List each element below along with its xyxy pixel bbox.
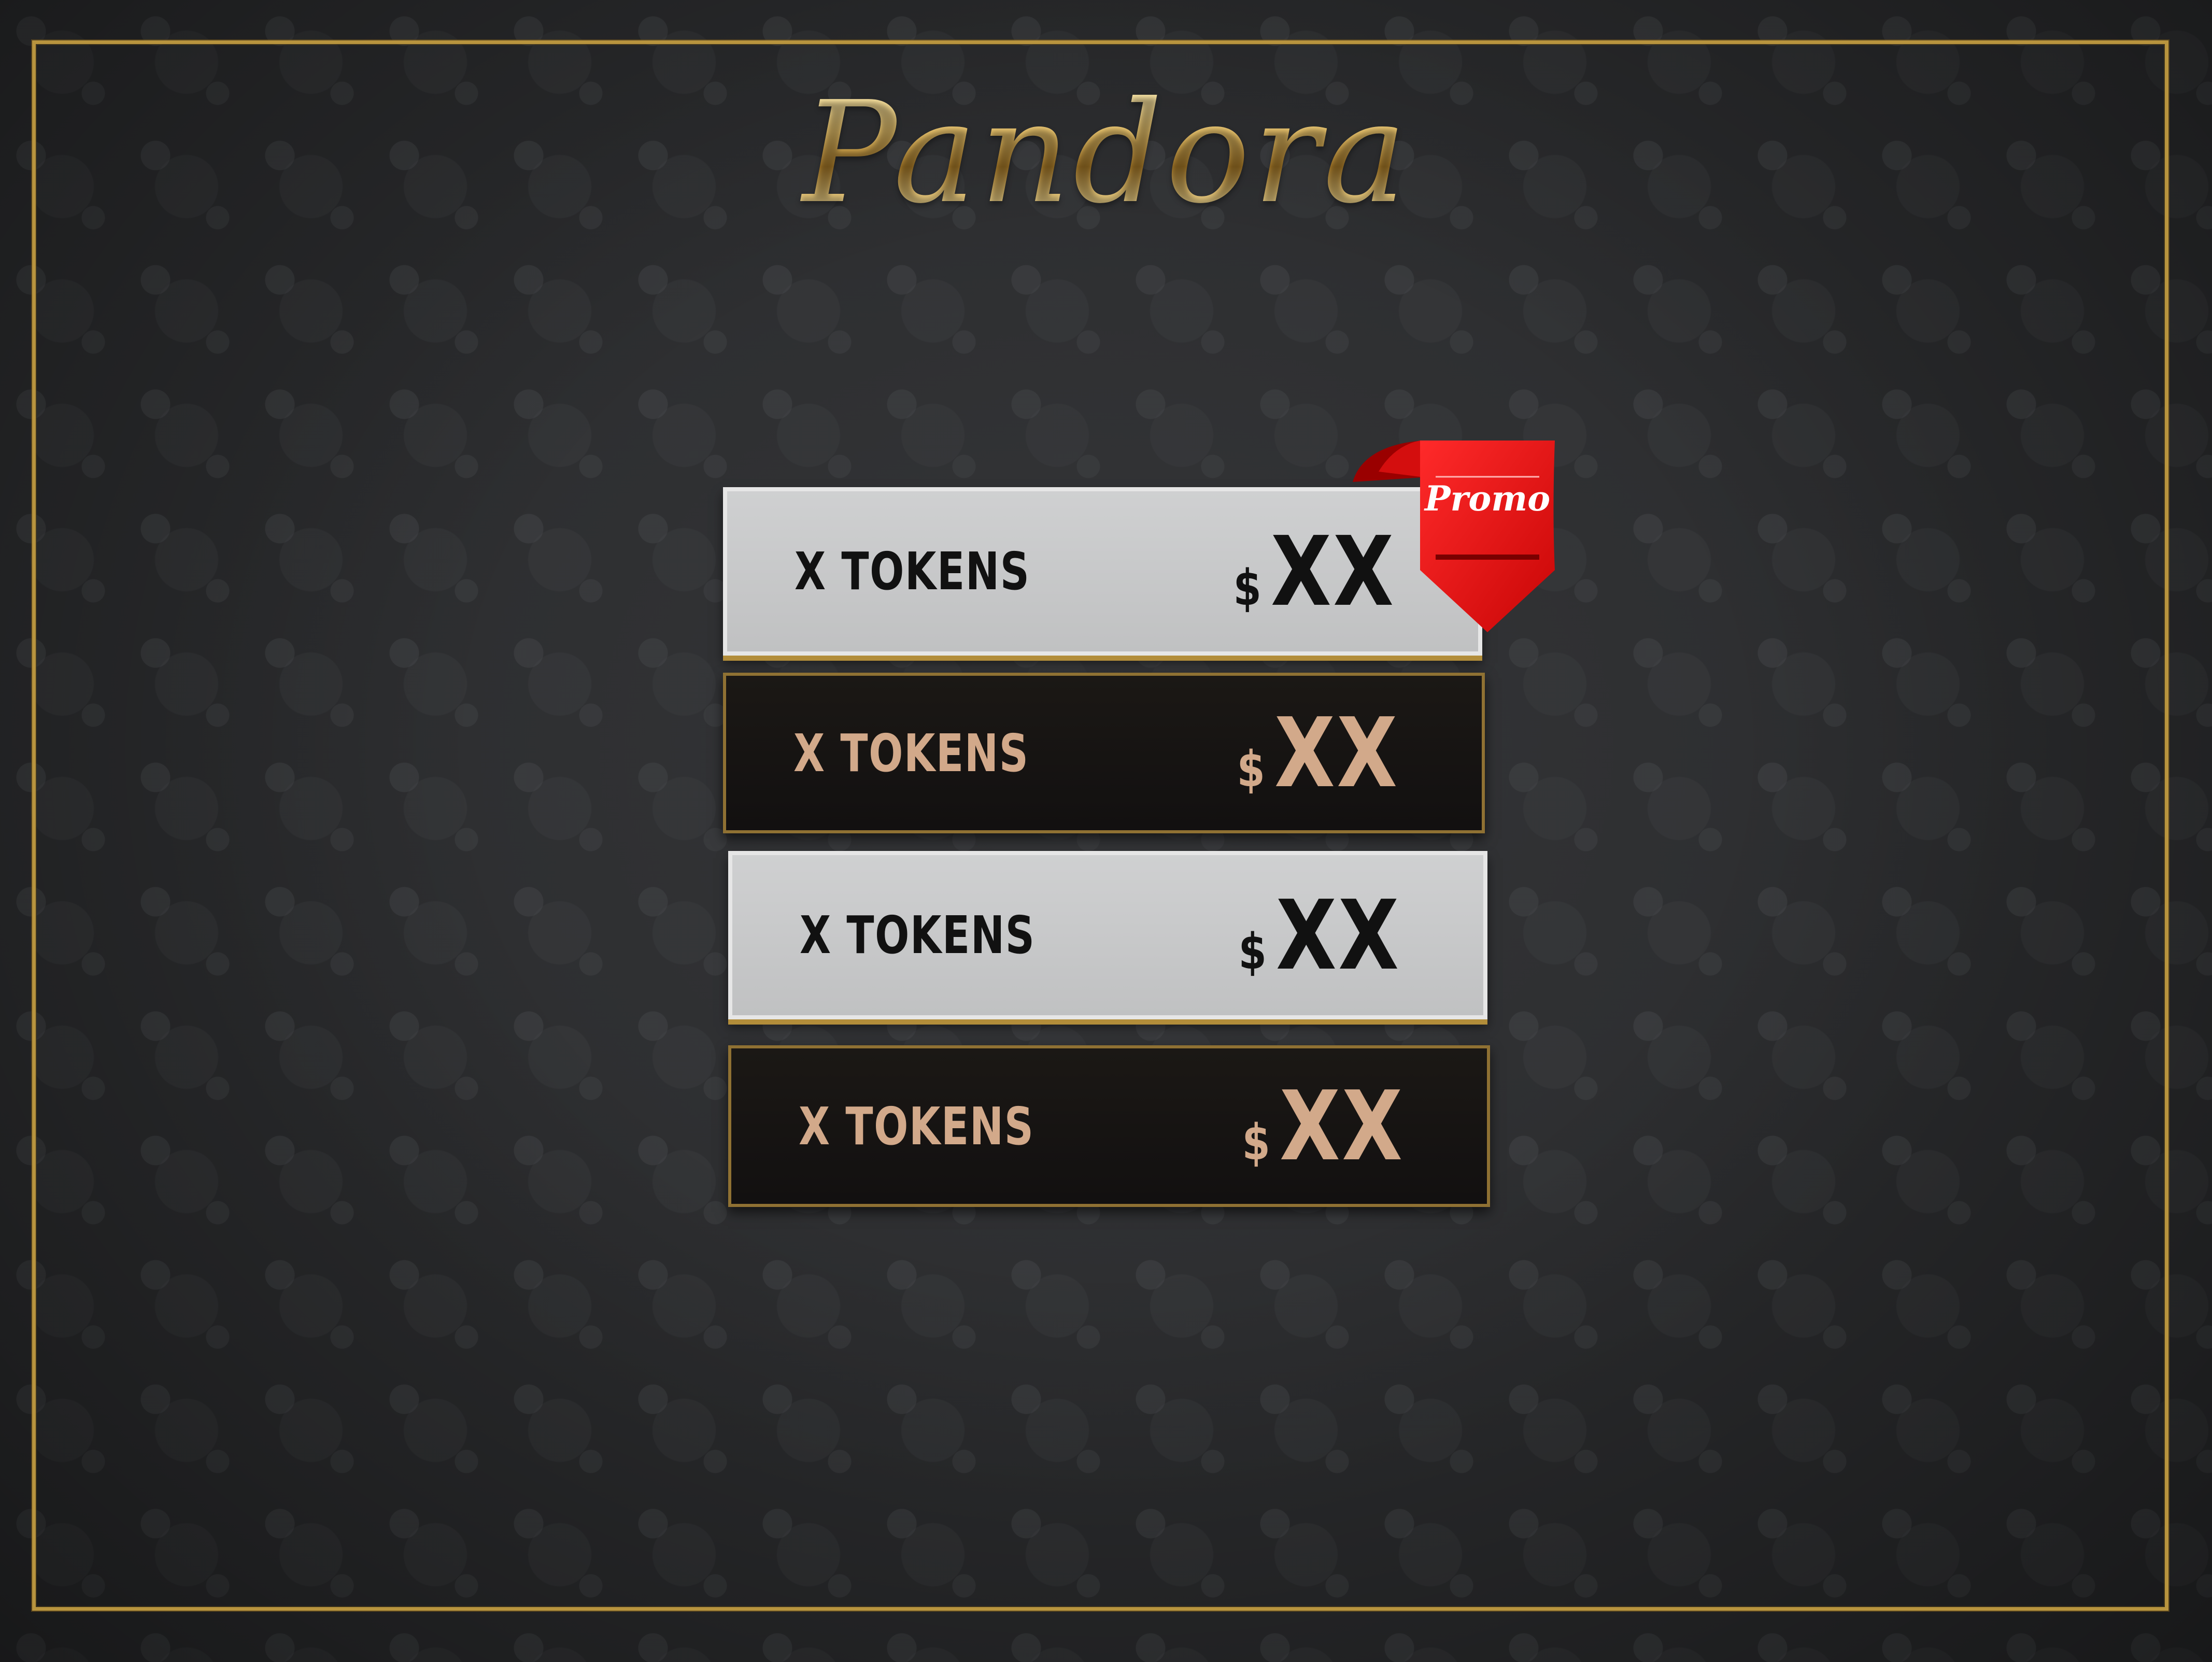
package-tokens-label: X TOKENS xyxy=(800,905,1036,965)
package-tokens-label: X TOKENS xyxy=(793,722,1029,784)
promo-label: Promo xyxy=(1424,478,1550,519)
package-price: $ XX xyxy=(1238,879,1400,991)
package-price: $ XX xyxy=(1237,697,1399,809)
price-amount: XX xyxy=(1275,879,1400,991)
price-amount: XX xyxy=(1279,1070,1404,1182)
package-option-3[interactable]: X TOKENS $ XX xyxy=(728,851,1487,1019)
package-tokens-label: X TOKENS xyxy=(799,1096,1034,1157)
price-amount: XX xyxy=(1274,697,1399,809)
package-tokens-label: X TOKENS xyxy=(795,541,1030,602)
currency-symbol: $ xyxy=(1238,923,1267,981)
package-option-4[interactable]: X TOKENS $ XX xyxy=(728,1045,1490,1207)
currency-symbol: $ xyxy=(1233,559,1261,617)
pandora-logo: Pandora xyxy=(0,83,2212,223)
promo-ribbon: Promo xyxy=(1353,441,1555,632)
package-option-2[interactable]: X TOKENS $ XX xyxy=(723,673,1485,833)
currency-symbol: $ xyxy=(1242,1114,1270,1171)
currency-symbol: $ xyxy=(1237,741,1265,798)
package-price: $ XX xyxy=(1242,1070,1404,1182)
